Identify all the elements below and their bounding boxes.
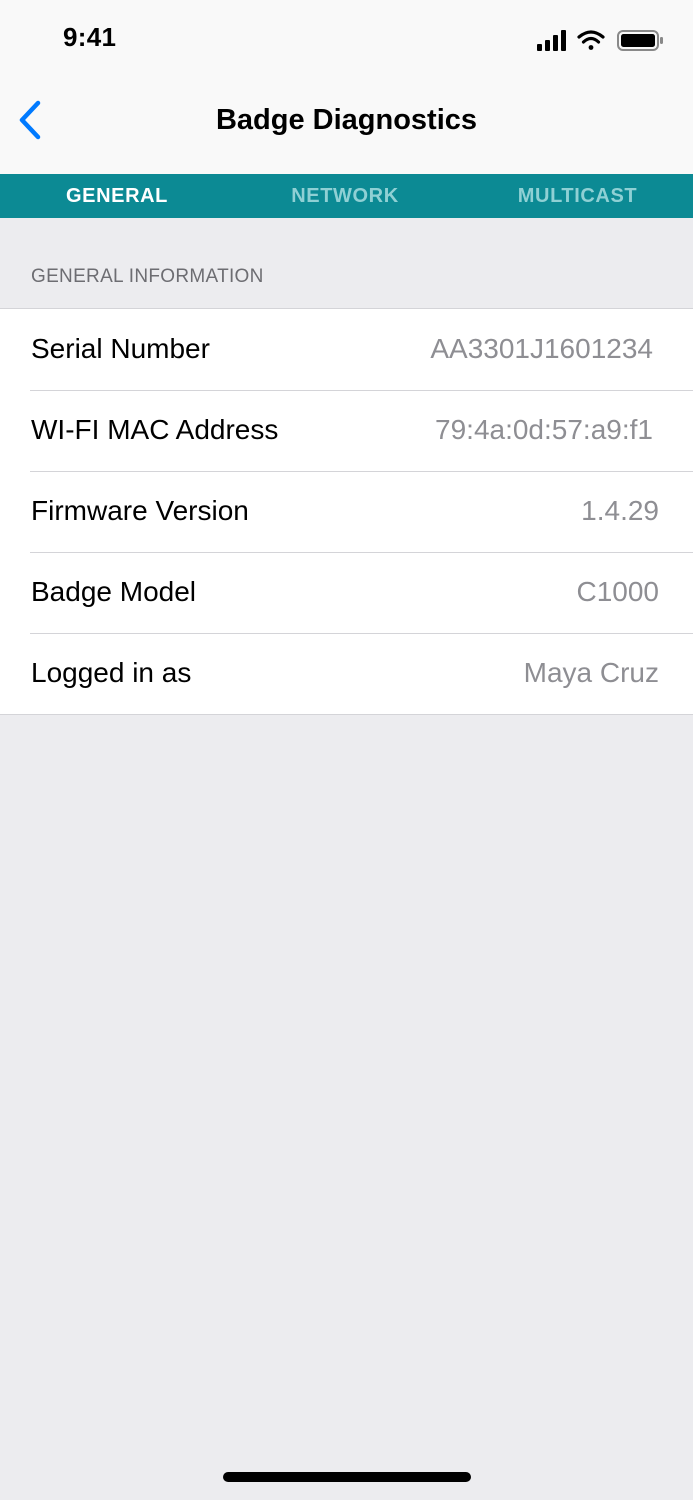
row-value: AA3301J1601234 bbox=[430, 333, 653, 364]
status-bar: 9:41 bbox=[0, 0, 693, 76]
list-row-badge-model: Badge Model C1000 bbox=[0, 552, 693, 633]
wifi-icon bbox=[577, 30, 605, 50]
row-value: 79:4a:0d:57:a9:f1 bbox=[435, 414, 653, 445]
home-indicator[interactable] bbox=[223, 1472, 471, 1482]
screen: 9:41 Badge Diagnostics GENERAL NETWORK M… bbox=[0, 0, 693, 1500]
tab-general[interactable]: GENERAL bbox=[0, 174, 234, 218]
tab-network[interactable]: NETWORK bbox=[228, 174, 462, 218]
battery-icon bbox=[617, 30, 663, 51]
row-value: Maya Cruz bbox=[523, 657, 659, 688]
section-header: GENERAL INFORMATION bbox=[31, 266, 264, 287]
row-label: Badge Model bbox=[31, 576, 197, 607]
status-icons bbox=[537, 29, 667, 53]
list-row-serial-number: Serial Number AA3301J1601234 bbox=[0, 309, 693, 390]
row-label: Logged in as bbox=[31, 657, 192, 688]
row-value: 1.4.29 bbox=[581, 495, 659, 526]
signal-icon bbox=[537, 30, 566, 51]
list-row-firmware-version: Firmware Version 1.4.29 bbox=[0, 471, 693, 552]
list-row-wifi-mac-address: WI-FI MAC Address 79:4a:0d:57:a9:f1 bbox=[0, 390, 693, 471]
tab-bar: GENERAL NETWORK MULTICAST bbox=[0, 174, 693, 218]
row-label: Serial Number bbox=[31, 333, 210, 364]
row-label: Firmware Version bbox=[31, 495, 249, 526]
row-value: C1000 bbox=[576, 576, 659, 607]
page-title: Badge Diagnostics bbox=[215, 104, 478, 136]
general-info-list: Serial Number AA3301J1601234 WI-FI MAC A… bbox=[0, 308, 693, 715]
tab-multicast[interactable]: MULTICAST bbox=[462, 174, 693, 218]
row-label: WI-FI MAC Address bbox=[31, 414, 279, 445]
navigation-bar: Badge Diagnostics bbox=[0, 76, 693, 174]
status-time: 9:41 bbox=[63, 22, 117, 52]
list-row-logged-in-as: Logged in as Maya Cruz bbox=[0, 633, 693, 714]
